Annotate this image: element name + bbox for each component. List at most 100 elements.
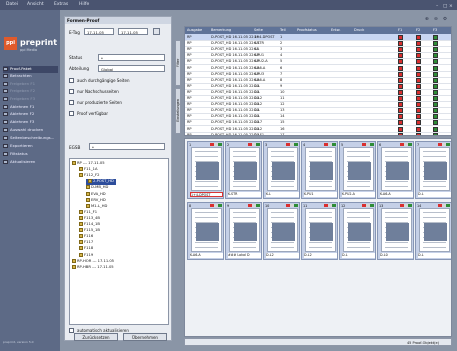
column-header-print[interactable]: Druck bbox=[354, 28, 364, 32]
checkbox-produced-pages[interactable] bbox=[69, 100, 74, 105]
nav-item-filtstatus[interactable]: Filtstatus bbox=[3, 151, 58, 158]
minimize-icon[interactable]: – bbox=[436, 4, 438, 9]
settings-icon[interactable]: ⚙ bbox=[443, 17, 447, 22]
tree-node[interactable]: F116 bbox=[79, 234, 93, 240]
checkbox-reshoot-pages-label: nur Nachschusseiten bbox=[77, 89, 119, 94]
nav-item-betrachten[interactable]: Betrachten bbox=[3, 73, 58, 80]
nav-item-proof-paket[interactable]: Proof-Paket bbox=[3, 66, 58, 73]
tree-node[interactable]: EVA_HD bbox=[86, 191, 106, 198]
table-row[interactable]: RP D-POST_HD 16.11.05 22:15 D-LF1 17 bbox=[185, 132, 451, 135]
checkbox-through-pages[interactable] bbox=[69, 78, 74, 83]
menu-item-tools[interactable]: Extras bbox=[54, 2, 68, 7]
maximize-icon[interactable]: □ bbox=[443, 4, 447, 9]
tree-node[interactable]: F112_F2 bbox=[79, 173, 99, 179]
table-cell: 8 bbox=[280, 77, 283, 82]
page-thumbnail[interactable]: 10 D-L2 bbox=[263, 202, 300, 260]
page-thumbnail[interactable]: 6 K-A6-A bbox=[377, 141, 414, 199]
tree-node[interactable]: ERV_HD bbox=[86, 197, 106, 204]
nav-item-ablehnen-f2[interactable]: Ablehnen F2 bbox=[3, 111, 58, 118]
page-thumbnail[interactable]: 8 K-A6-A bbox=[187, 202, 224, 260]
column-header-page[interactable]: Seite bbox=[254, 28, 263, 32]
tree-node[interactable]: F115_1B bbox=[79, 228, 100, 234]
column-header-f3[interactable]: F3 bbox=[433, 28, 437, 32]
tree-node[interactable]: RP --- 17.11.05 bbox=[72, 161, 105, 167]
table-cell: K-PU3 bbox=[254, 71, 265, 76]
status-cell-f3[interactable] bbox=[433, 132, 438, 135]
page-thumbnail[interactable]: 4 K-PU1 bbox=[301, 141, 338, 199]
date-to-field[interactable]: 17.11.05 bbox=[118, 28, 148, 35]
date-from-field[interactable]: 17.11.05 bbox=[84, 28, 114, 35]
column-header-develop[interactable]: Entw. bbox=[331, 28, 340, 32]
column-header-f2[interactable]: F2 bbox=[416, 28, 420, 32]
nav-item-auswahl-drucken[interactable]: Auswahl drucken bbox=[3, 127, 58, 134]
menu-item-help[interactable]: Hilfe bbox=[79, 2, 89, 7]
menu-item-view[interactable]: Ansicht bbox=[27, 2, 44, 7]
table-cell: 4 bbox=[280, 53, 283, 58]
page-thumbnail[interactable]: 12 D-L bbox=[339, 202, 376, 260]
nav-item-seitenbeschreibungs-[interactable]: Seitenbeschreibungs... bbox=[3, 135, 58, 142]
page-thumbnail[interactable]: 13 D-L0 bbox=[377, 202, 414, 260]
page-thumbnail[interactable]: 14 D-L bbox=[415, 202, 451, 260]
page-thumbnail[interactable]: 7 D-L bbox=[415, 141, 451, 199]
page-thumbnail[interactable]: 2 K-STR bbox=[225, 141, 262, 199]
department-select[interactable]: Global bbox=[98, 65, 165, 72]
tree-node[interactable]: F118 bbox=[79, 246, 93, 252]
nav-item-freigeben-f3[interactable]: Freigeben F3 bbox=[3, 96, 58, 103]
text-line bbox=[195, 156, 218, 157]
page-thumbnail[interactable]: 9 ### Lokal D bbox=[225, 202, 262, 260]
column-header-part[interactable]: Teil bbox=[280, 28, 286, 32]
status-flags-icon bbox=[286, 204, 298, 207]
printer-icon bbox=[3, 128, 8, 132]
column-header-edition[interactable]: Ausgabe bbox=[187, 28, 202, 32]
tree-node[interactable]: F114_1B bbox=[79, 222, 100, 228]
thumbnail-label: K-PU2-A bbox=[342, 192, 375, 197]
photo-placeholder bbox=[348, 223, 371, 241]
edition-tree[interactable]: RP --- 17.11.05 F11_1A F112_F2 2-POST_HD D-M… bbox=[69, 158, 169, 325]
tree-node[interactable]: RP-HBR --- 17.11.05 bbox=[72, 264, 114, 271]
close-icon[interactable]: × bbox=[449, 4, 453, 9]
tree-node[interactable]: 2-POST_HD bbox=[86, 179, 116, 186]
page-thumbnail[interactable]: 1 1+4-DPOST bbox=[187, 141, 224, 199]
tree-node[interactable]: F117 bbox=[79, 240, 93, 246]
text-line bbox=[233, 151, 256, 152]
edition-icon bbox=[79, 209, 83, 214]
nav-item-aktualisieren[interactable]: Aktualisieren bbox=[3, 159, 58, 166]
tree-node[interactable]: RP-HOR --- 17.11.05 bbox=[72, 258, 115, 265]
nav-item-ablehnen-f1[interactable]: Ablehnen F1 bbox=[3, 104, 58, 111]
checkbox-reshoot-pages[interactable] bbox=[69, 89, 74, 94]
tree-node[interactable]: M1-L_HD bbox=[86, 203, 107, 210]
tree-node-label: F118 bbox=[84, 246, 94, 251]
tree-node[interactable]: D-MB_HD bbox=[86, 185, 108, 191]
zoom-in-icon[interactable]: ⊕ bbox=[425, 17, 429, 22]
text-line bbox=[233, 181, 256, 182]
text-line bbox=[195, 242, 218, 243]
page-thumbnail[interactable]: 3 K-L bbox=[263, 141, 300, 199]
page-thumbnail[interactable]: 11 D-L2 bbox=[301, 202, 338, 260]
edition-icon bbox=[79, 215, 83, 220]
calendar-icon[interactable] bbox=[153, 28, 160, 35]
zoom-out-icon[interactable]: ⊖ bbox=[434, 17, 438, 22]
reset-button[interactable]: Zurücksetzen bbox=[74, 333, 118, 341]
tree-node[interactable]: F113_4B bbox=[79, 215, 100, 222]
tab-settings[interactable]: Einstellungen bbox=[175, 88, 181, 134]
nav-item-freigeben-f2[interactable]: Freigeben F2 bbox=[3, 88, 58, 95]
apply-button[interactable]: Übernehmen bbox=[123, 333, 167, 341]
tree-node[interactable]: F11_1A bbox=[79, 167, 98, 173]
menu-item-file[interactable]: Datei bbox=[6, 2, 18, 7]
nav-item-freigeben-f1[interactable]: Freigeben F1 bbox=[3, 81, 58, 88]
status-select[interactable]: * bbox=[98, 54, 165, 61]
page-thumbnail[interactable]: 5 K-PU2-A bbox=[339, 141, 376, 199]
column-header-note[interactable]: Bemerkung bbox=[211, 28, 231, 32]
tree-node-label: RP-HOR --- 17.11.05 bbox=[77, 258, 115, 263]
nav-item-exportieren[interactable]: Exportieren bbox=[3, 143, 58, 150]
checkbox-proof-available[interactable] bbox=[69, 111, 74, 116]
tab-filter[interactable]: Filter bbox=[175, 40, 181, 86]
tree-node[interactable]: F119 bbox=[79, 252, 93, 259]
column-header-proofstatus[interactable]: Proofstatus bbox=[297, 28, 317, 32]
status-cell-f2[interactable] bbox=[416, 132, 421, 135]
tree-node[interactable]: F11_F1 bbox=[79, 209, 97, 216]
nav-item-ablehnen-f3[interactable]: Ablehnen F3 bbox=[3, 119, 58, 126]
status-cell-f1[interactable] bbox=[398, 132, 403, 135]
column-header-f1[interactable]: F1 bbox=[398, 28, 402, 32]
edition-select[interactable]: * bbox=[89, 143, 165, 150]
